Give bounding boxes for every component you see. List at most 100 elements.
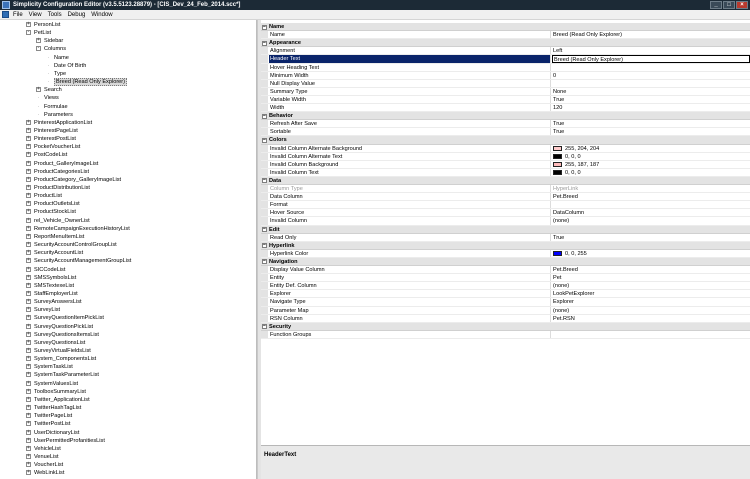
property-row[interactable]: Sortable True: [261, 128, 750, 137]
property-row[interactable]: Read Only True: [261, 233, 750, 242]
property-row[interactable]: Hyperlink Color 0, 0, 255: [261, 249, 750, 258]
expand-icon[interactable]: +: [36, 38, 41, 44]
expand-icon[interactable]: +: [26, 299, 31, 305]
property-value[interactable]: 0, 0, 0: [552, 153, 750, 160]
expand-icon[interactable]: +: [26, 185, 31, 191]
expand-icon[interactable]: +: [26, 348, 31, 354]
expand-icon[interactable]: +: [26, 119, 31, 125]
expand-icon[interactable]: +: [26, 274, 31, 280]
property-row[interactable]: Minimum Width 0: [261, 71, 750, 80]
tree-item[interactable]: + PersonList: [26, 21, 60, 29]
property-row[interactable]: Invalid Column Text 0, 0, 0: [261, 168, 750, 177]
maximize-icon[interactable]: □: [723, 1, 735, 9]
tree-item[interactable]: + SurveyQuestionPickList: [26, 323, 93, 331]
property-value[interactable]: (none): [552, 217, 750, 224]
expand-icon[interactable]: +: [26, 217, 31, 223]
tree-item[interactable]: + Sidebar: [36, 37, 63, 45]
expand-icon[interactable]: +: [26, 405, 31, 411]
property-value[interactable]: 255, 187, 187: [552, 161, 750, 168]
property-value[interactable]: [552, 201, 750, 208]
expand-icon[interactable]: +: [26, 462, 31, 468]
property-value[interactable]: None: [552, 88, 750, 95]
tree-item[interactable]: + ProductStockList: [26, 208, 76, 216]
expand-icon[interactable]: +: [26, 127, 31, 133]
property-row[interactable]: Invalid Column (none): [261, 217, 750, 226]
property-value[interactable]: True: [552, 120, 750, 127]
expand-icon[interactable]: +: [26, 136, 31, 142]
tree-item[interactable]: + TwitterPostList: [26, 420, 70, 428]
tree-item[interactable]: + ProductList: [26, 192, 62, 200]
tree-item[interactable]: + ProductDistributionList: [26, 184, 90, 192]
category-row[interactable]: − Hyperlink: [261, 241, 750, 250]
property-row[interactable]: Invalid Column Background 255, 187, 187: [261, 160, 750, 169]
property-value[interactable]: LookPetExplorer: [552, 290, 750, 297]
collapse-icon[interactable]: −: [262, 40, 267, 46]
property-value[interactable]: 0, 0, 0: [552, 169, 750, 176]
tree-item[interactable]: + SystemValuesList: [26, 380, 78, 388]
expand-icon[interactable]: +: [26, 396, 31, 402]
property-value[interactable]: 120: [552, 104, 750, 111]
property-row[interactable]: Hover Source DataColumn: [261, 209, 750, 218]
property-row[interactable]: Entity Pet: [261, 274, 750, 283]
property-row[interactable]: Navigate Type Explorer: [261, 298, 750, 307]
property-row[interactable]: Null Display Value: [261, 79, 750, 88]
tree-item[interactable]: + SurveyQuestionsList: [26, 339, 85, 347]
expand-icon[interactable]: +: [26, 266, 31, 272]
property-value[interactable]: DataColumn: [552, 209, 750, 216]
collapse-icon[interactable]: −: [262, 243, 267, 249]
expand-icon[interactable]: +: [26, 225, 31, 231]
category-row[interactable]: − Navigation: [261, 257, 750, 267]
tree-item[interactable]: + PinterestApplicationList: [26, 119, 92, 127]
property-row[interactable]: Summary Type None: [261, 87, 750, 96]
property-value[interactable]: 0, 0, 255: [552, 250, 750, 257]
property-row[interactable]: Header Text Breed (Read Only Explorer): [261, 55, 750, 64]
tree-item[interactable]: + RemoteCampaignExecutionHistoryList: [26, 225, 130, 233]
property-value[interactable]: HyperLink: [552, 185, 750, 192]
tree-item[interactable]: + SurveyList: [26, 306, 60, 314]
configuration-tree[interactable]: + PersonList - PetList + Sidebar - Columns · Name…: [0, 20, 257, 479]
property-value[interactable]: Breed (Read Only Explorer): [552, 31, 750, 38]
expand-icon[interactable]: +: [26, 413, 31, 419]
document-icon[interactable]: [2, 11, 9, 18]
tree-item[interactable]: + SurveyQuestionsItemsList: [26, 331, 99, 339]
property-grid[interactable]: − Name Name Breed (Read Only Explorer) − Appe…: [261, 20, 750, 445]
property-row[interactable]: Alignment Left: [261, 47, 750, 56]
collapse-icon[interactable]: -: [26, 30, 31, 36]
expand-icon[interactable]: +: [26, 364, 31, 370]
tree-item[interactable]: + Product_GalleryImageList: [26, 160, 98, 168]
tree-item[interactable]: + PinterestPostList: [26, 135, 76, 143]
property-row[interactable]: Variable Width True: [261, 95, 750, 105]
expand-icon[interactable]: +: [26, 372, 31, 378]
menu-file[interactable]: File: [13, 12, 23, 18]
expand-icon[interactable]: +: [26, 315, 31, 321]
tree-item[interactable]: + StaffEmployerList: [26, 290, 78, 298]
tree-item[interactable]: + PocketVoucherList: [26, 143, 80, 151]
collapse-icon[interactable]: −: [262, 178, 267, 184]
tree-item[interactable]: + SurveyAnswersList: [26, 298, 82, 306]
property-value[interactable]: Breed (Read Only Explorer): [552, 55, 750, 63]
property-value[interactable]: Left: [552, 47, 750, 54]
property-value[interactable]: Pet: [552, 274, 750, 281]
tree-item[interactable]: · Date Of Birth: [46, 62, 87, 70]
category-row[interactable]: − Data: [261, 176, 750, 186]
collapse-icon[interactable]: −: [262, 137, 267, 143]
property-value[interactable]: True: [552, 234, 750, 241]
title-bar[interactable]: Simplicity Configuration Editor (v3.5.51…: [0, 0, 750, 10]
property-row[interactable]: Name Breed (Read Only Explorer): [261, 31, 750, 40]
expand-icon[interactable]: +: [26, 331, 31, 337]
minimize-icon[interactable]: _: [710, 1, 722, 9]
collapse-icon[interactable]: -: [36, 46, 41, 52]
tree-item[interactable]: · Parameters: [36, 111, 73, 119]
property-value[interactable]: (none): [552, 307, 750, 314]
category-row[interactable]: − Name: [261, 23, 750, 32]
tree-item[interactable]: + System_ComponentsList: [26, 355, 96, 363]
expand-icon[interactable]: +: [26, 152, 31, 158]
expand-icon[interactable]: +: [26, 388, 31, 394]
property-row[interactable]: Explorer LookPetExplorer: [261, 290, 750, 299]
property-value[interactable]: Pet.Breed: [552, 266, 750, 273]
tree-item[interactable]: + SecurityAccountManagementGroupList: [26, 257, 131, 265]
expand-icon[interactable]: +: [26, 380, 31, 386]
collapse-icon[interactable]: −: [262, 324, 267, 330]
property-row[interactable]: Parameter Map (none): [261, 306, 750, 315]
property-row[interactable]: Width 120: [261, 104, 750, 113]
